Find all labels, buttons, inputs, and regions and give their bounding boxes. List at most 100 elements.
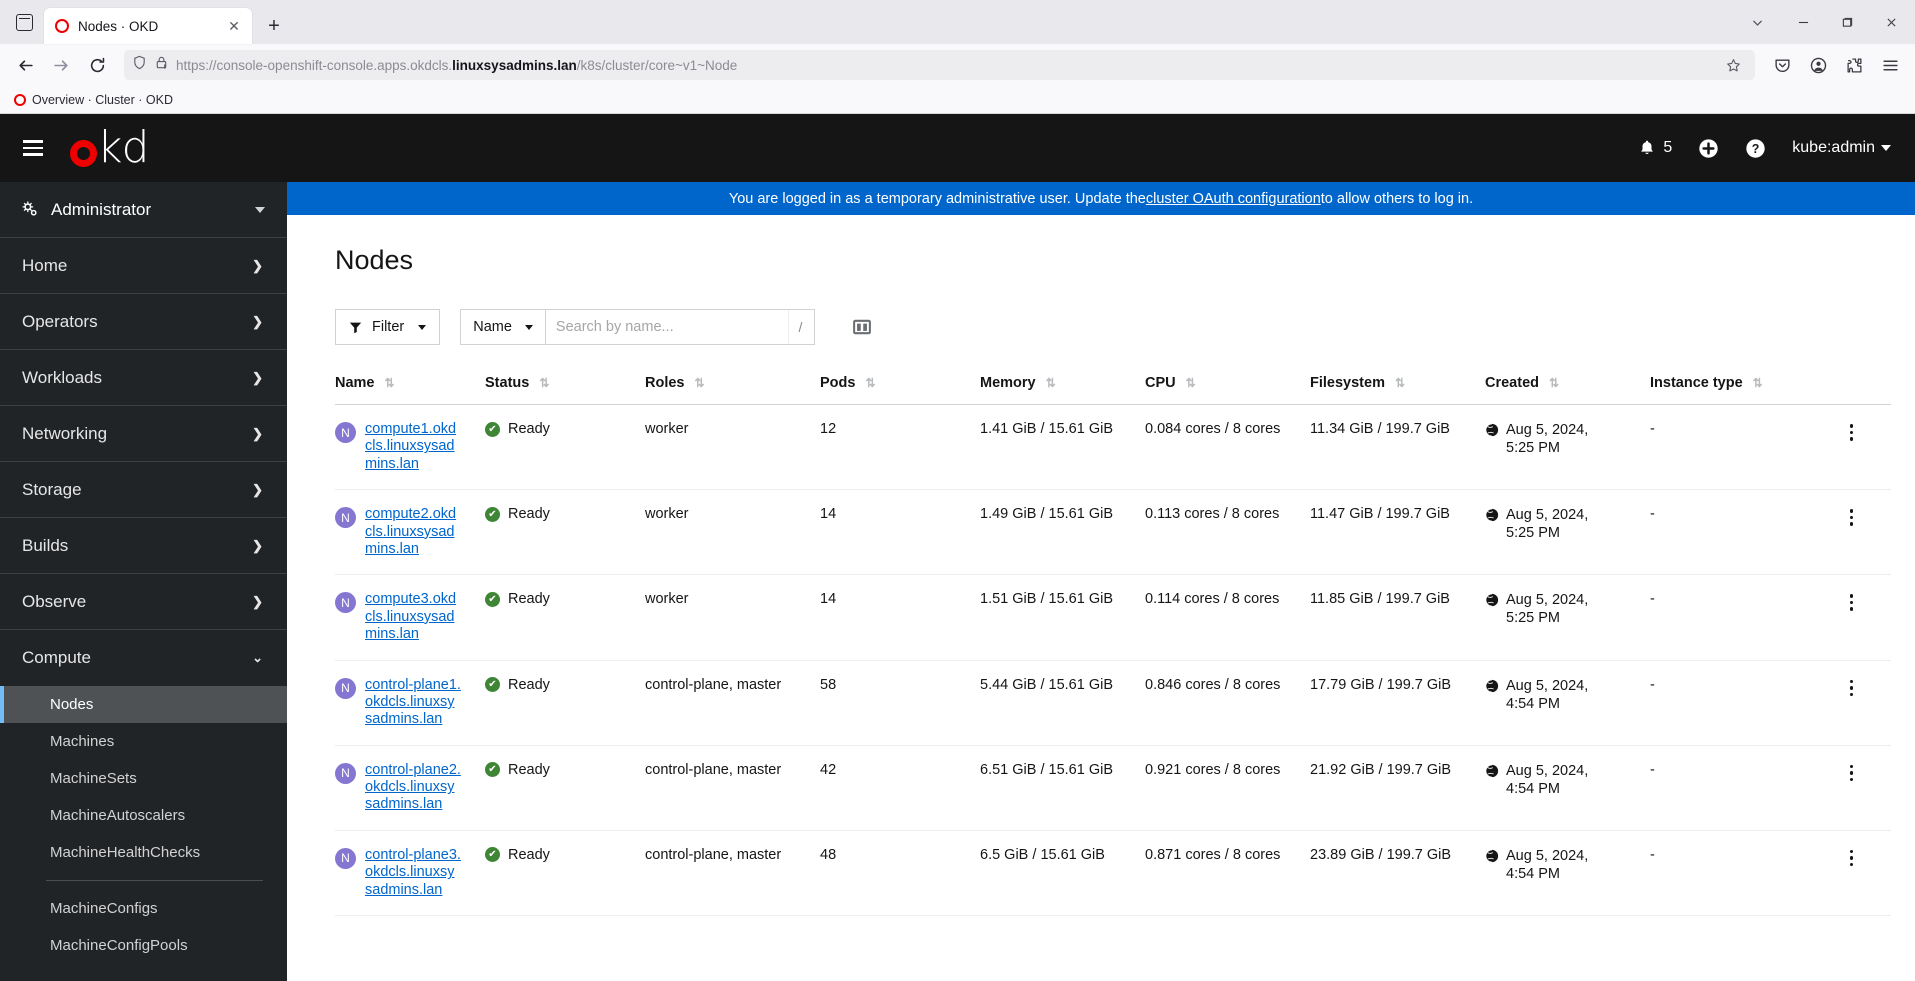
app-menu-icon[interactable] — [1873, 49, 1907, 81]
sidebar-item-machines[interactable]: Machines — [0, 723, 287, 760]
bookmark-star-icon[interactable] — [1719, 52, 1747, 78]
column-label: Filesystem — [1310, 375, 1385, 391]
node-resource-icon: N — [335, 507, 356, 529]
globe-icon — [1485, 508, 1499, 522]
masthead: kd 5 ? kube:admin — [0, 114, 1915, 182]
sidebar-item-networking[interactable]: Networking ❯ — [0, 406, 287, 462]
node-link[interactable]: compute1.okdcls.linuxsysadmins.lan — [365, 421, 461, 473]
sidebar-item-workloads[interactable]: Workloads ❯ — [0, 350, 287, 406]
nodes-page: Nodes Filter Name Search by name... / Na… — [287, 215, 1915, 981]
back-button[interactable] — [8, 49, 42, 81]
column-header-instance-type[interactable]: Instance type ⇅ — [1650, 369, 1820, 405]
row-actions-kebab-icon[interactable] — [1820, 762, 1883, 782]
column-header-cpu[interactable]: CPU ⇅ — [1145, 369, 1310, 405]
chevron-right-icon: ❯ — [252, 369, 263, 385]
columns-icon — [853, 319, 871, 335]
cell-memory: 1.51 GiB / 15.61 GiB — [980, 574, 1145, 661]
sidebar-item-builds[interactable]: Builds ❯ — [0, 518, 287, 574]
notifications-button[interactable]: 5 — [1638, 139, 1672, 157]
node-link[interactable]: compute3.okdcls.linuxsysadmins.lan — [365, 591, 461, 643]
sidebar-item-machinesets[interactable]: MachineSets — [0, 760, 287, 797]
row-actions-kebab-icon[interactable] — [1820, 421, 1883, 441]
list-all-tabs-button[interactable] — [4, 0, 44, 44]
shield-icon[interactable] — [132, 55, 147, 75]
sidebar-item-home[interactable]: Home ❯ — [0, 238, 287, 294]
column-label: Name — [335, 375, 375, 391]
sidebar-item-compute[interactable]: Compute ⌄ — [0, 630, 287, 686]
cluster-oauth-link[interactable]: cluster OAuth configuration — [1146, 191, 1321, 207]
help-button[interactable]: ? — [1745, 138, 1766, 159]
reload-button[interactable] — [80, 49, 114, 81]
sort-icon: ⇅ — [384, 376, 395, 390]
globe-icon — [1485, 678, 1499, 693]
cell-cpu: 0.871 cores / 8 cores — [1145, 830, 1310, 917]
new-tab-button[interactable]: + — [258, 10, 290, 42]
column-management-button[interactable] — [843, 309, 881, 345]
user-menu-button[interactable]: kube:admin — [1792, 139, 1891, 157]
sidebar-item-label: Workloads — [22, 367, 102, 387]
cell-filesystem: 23.89 GiB / 199.7 GiB — [1310, 830, 1485, 917]
node-link[interactable]: compute2.okdcls.linuxsysadmins.lan — [365, 506, 461, 558]
cell-pods: 58 — [820, 660, 980, 746]
column-header-pods[interactable]: Pods ⇅ — [820, 369, 980, 405]
sidebar-item-label: Home — [22, 255, 68, 275]
row-actions-kebab-icon[interactable] — [1820, 847, 1883, 867]
column-header-created[interactable]: Created ⇅ — [1485, 369, 1650, 405]
cell-cpu: 0.113 cores / 8 cores — [1145, 489, 1310, 576]
column-header-filesystem[interactable]: Filesystem ⇅ — [1310, 369, 1485, 405]
save-to-pocket-icon[interactable] — [1765, 49, 1799, 81]
sidebar-item-observe[interactable]: Observe ❯ — [0, 574, 287, 630]
okd-logo[interactable]: kd — [70, 126, 149, 170]
search-shortcut-hint: / — [787, 310, 812, 344]
cell-cpu: 0.114 cores / 8 cores — [1145, 574, 1310, 661]
sidebar-item-machinehealthchecks[interactable]: MachineHealthChecks — [0, 834, 287, 871]
maximize-button[interactable] — [1829, 8, 1865, 36]
sort-icon: ⇅ — [694, 376, 705, 390]
cell-cpu: 0.921 cores / 8 cores — [1145, 745, 1310, 831]
node-link[interactable]: control-plane3.okdcls.linuxsysadmins.lan — [365, 847, 461, 899]
row-actions-kebab-icon[interactable] — [1820, 506, 1883, 526]
node-link[interactable]: control-plane1.okdcls.linuxsysadmins.lan — [365, 677, 461, 729]
search-input[interactable] — [555, 319, 788, 335]
row-actions-kebab-icon[interactable] — [1820, 677, 1883, 697]
cell-status: ✔ Ready — [485, 660, 645, 746]
column-header-name[interactable]: Name ⇅ — [335, 369, 485, 405]
sidebar-item-operators[interactable]: Operators ❯ — [0, 294, 287, 350]
quick-create-button[interactable] — [1698, 138, 1719, 159]
bookmark-item-overview[interactable]: Overview · Cluster · OKD — [8, 91, 179, 109]
chevron-right-icon: ❯ — [252, 257, 263, 273]
cell-status: ✔ Ready — [485, 404, 645, 491]
close-icon[interactable]: ✕ — [224, 16, 244, 36]
sidebar-item-machineautoscalers[interactable]: MachineAutoscalers — [0, 797, 287, 834]
sidebar-item-nodes[interactable]: Nodes — [0, 686, 287, 723]
sidebar-item-machineconfigs[interactable]: MachineConfigs — [0, 890, 287, 927]
extensions-icon[interactable] — [1837, 49, 1871, 81]
column-header-roles[interactable]: Roles ⇅ — [645, 369, 820, 405]
cell-actions — [1820, 660, 1891, 746]
column-header-status[interactable]: Status ⇅ — [485, 369, 645, 405]
gears-icon — [22, 201, 37, 216]
sidebar-item-machineconfigpools[interactable]: MachineConfigPools — [0, 927, 287, 964]
close-window-button[interactable] — [1873, 8, 1909, 36]
column-header-memory[interactable]: Memory ⇅ — [980, 369, 1145, 405]
forward-button[interactable] — [44, 49, 78, 81]
minimize-button[interactable] — [1785, 8, 1821, 36]
cell-created: Aug 5, 2024, 5:25 PM — [1485, 404, 1650, 491]
nav-toggle-button[interactable] — [10, 125, 56, 171]
cell-name: Ncompute1.okdcls.linuxsysadmins.lan — [335, 404, 485, 491]
filter-dropdown[interactable]: Filter — [335, 309, 441, 345]
okd-logo-o-icon — [70, 140, 97, 167]
url-bar[interactable]: https://console-openshift-console.apps.o… — [124, 50, 1755, 80]
navbar-actions — [1765, 49, 1907, 81]
node-link[interactable]: control-plane2.okdcls.linuxsysadmins.lan — [365, 762, 461, 814]
account-icon[interactable] — [1801, 49, 1835, 81]
sort-icon: ⇅ — [1045, 376, 1056, 390]
search-field-select[interactable]: Name — [460, 309, 545, 345]
lock-warning-icon[interactable] — [154, 55, 169, 75]
cell-status: ✔ Ready — [485, 574, 645, 661]
chevron-down-icon[interactable] — [1737, 6, 1777, 38]
browser-tab-active[interactable]: Nodes · OKD ✕ — [44, 8, 252, 44]
perspective-switcher[interactable]: Administrator — [0, 182, 287, 238]
sidebar-item-storage[interactable]: Storage ❯ — [0, 462, 287, 518]
row-actions-kebab-icon[interactable] — [1820, 591, 1883, 611]
